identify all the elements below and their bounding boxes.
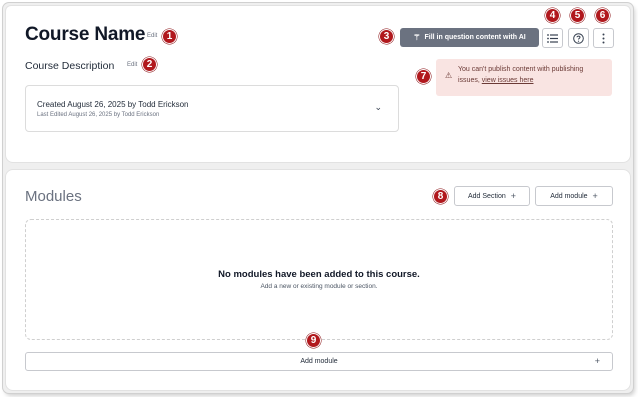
modules-empty-state: No modules have been added to this cours…: [25, 219, 613, 340]
callout-badge-4: 4: [545, 8, 560, 23]
add-section-button[interactable]: Add Section +: [454, 186, 530, 206]
magic-wand-icon: ⚚: [413, 33, 421, 42]
course-header-card: Course Name Edit 1 Course Description Ed…: [5, 5, 631, 163]
edit-description-link[interactable]: Edit: [127, 62, 137, 68]
add-module-label: Add module: [550, 192, 588, 200]
publishing-warning: ⚠ You can't publish content with publish…: [436, 59, 612, 96]
callout-badge-7: 7: [416, 69, 431, 84]
callout-badge-5: 5: [570, 8, 585, 23]
modules-card: Modules 8 Add Section + Add module + No …: [5, 169, 631, 391]
add-module-bottom-button[interactable]: Add module +: [25, 352, 613, 371]
more-vertical-icon: [602, 33, 605, 43]
view-issues-link[interactable]: view issues here: [482, 77, 534, 84]
course-info-panel[interactable]: Created August 26, 2025 by Todd Erickson…: [25, 85, 399, 132]
callout-badge-6: 6: [595, 8, 610, 23]
last-edited-info: Last Edited August 26, 2025 by Todd Eric…: [37, 112, 160, 118]
empty-state-subtitle: Add a new or existing module or section.: [260, 283, 378, 290]
empty-state-title: No modules have been added to this cours…: [218, 269, 420, 280]
created-info: Created August 26, 2025 by Todd Erickson: [37, 100, 189, 109]
add-module-button[interactable]: Add module +: [535, 186, 613, 206]
callout-badge-8: 8: [433, 189, 448, 204]
add-module-bottom-label: Add module: [300, 358, 338, 365]
list-icon: [547, 33, 558, 43]
warning-triangle-icon: ⚠: [445, 71, 453, 80]
chevron-down-icon[interactable]: ⌄: [374, 102, 382, 113]
edit-title-link[interactable]: Edit: [147, 33, 157, 39]
course-description: Course Description: [25, 60, 115, 72]
callout-badge-3: 3: [379, 29, 394, 44]
callout-badge-9: 9: [306, 333, 321, 348]
fill-with-ai-button[interactable]: ⚚ Fill in question content with AI: [400, 28, 539, 47]
app-window: Course Name Edit 1 Course Description Ed…: [3, 3, 633, 393]
callout-badge-2: 2: [142, 57, 157, 72]
fill-with-ai-label: Fill in question content with AI: [424, 34, 526, 41]
plus-icon: +: [594, 356, 600, 366]
plus-icon: +: [592, 191, 598, 201]
add-section-label: Add Section: [467, 192, 506, 200]
plus-icon: +: [510, 191, 516, 201]
help-button[interactable]: [568, 28, 589, 48]
outline-list-button[interactable]: [542, 28, 563, 48]
more-options-button[interactable]: [593, 28, 614, 48]
help-circle-icon: [573, 32, 584, 44]
modules-heading: Modules: [25, 188, 82, 205]
course-title: Course Name: [25, 24, 146, 45]
callout-badge-1: 1: [162, 29, 177, 44]
